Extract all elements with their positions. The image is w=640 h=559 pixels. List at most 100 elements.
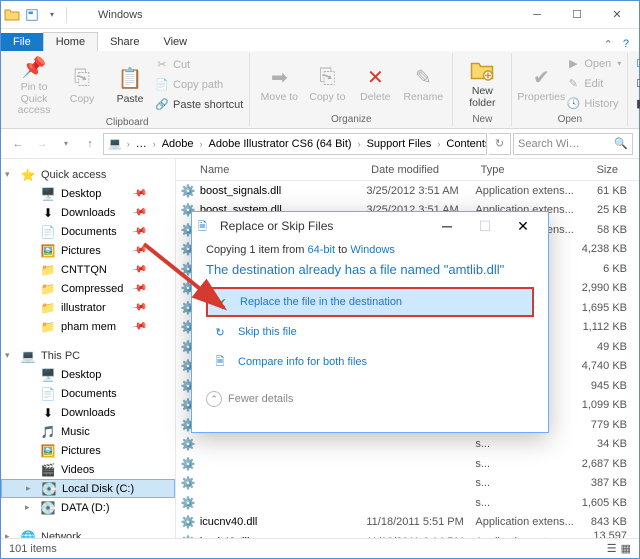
col-name[interactable]: Name — [176, 164, 365, 176]
tab-file[interactable]: File — [1, 33, 43, 51]
window-title: Windows — [98, 9, 143, 21]
option-skip[interactable]: ↻ Skip this file — [206, 317, 534, 347]
paste-shortcut-button[interactable]: 🔗Paste shortcut — [155, 96, 243, 114]
tree-item[interactable]: ▾💻This PC — [1, 346, 175, 365]
group-open-label: Open — [518, 114, 621, 126]
delete-button[interactable]: ✕Delete — [352, 53, 398, 114]
pin-quick-access-button[interactable]: 📌Pin to Quick access — [11, 53, 57, 117]
tab-share[interactable]: Share — [98, 33, 151, 51]
minimize-button[interactable]: ─ — [517, 2, 557, 28]
paste-button[interactable]: 📋Paste — [107, 53, 153, 117]
invert-selection-button[interactable]: ◧Invert selection — [634, 95, 640, 113]
nav-recent-dropdown[interactable]: ▾ — [55, 133, 77, 155]
maximize-button[interactable]: ☐ — [557, 2, 597, 28]
history-button[interactable]: 🕓History — [566, 95, 621, 113]
file-row[interactable]: ⚙️icucnv40.dll11/18/2011 5:51 PMApplicat… — [176, 513, 639, 533]
tree-item[interactable]: 🎬Videos — [1, 460, 175, 479]
address-bar-row: ← → ▾ ↑ 💻›…›Adobe›Adobe Illustrator CS6 … — [1, 129, 639, 159]
dialog-maximize-button[interactable]: ☐ — [466, 214, 504, 238]
move-to-button[interactable]: ➡Move to — [256, 53, 302, 114]
open-button[interactable]: ▶Open▾ — [566, 55, 621, 73]
thumbnails-view-icon[interactable]: ▦ — [621, 542, 631, 555]
copy-to-button[interactable]: ⎘Copy to — [304, 53, 350, 114]
replace-skip-dialog: 🗎 Replace or Skip Files ─ ☐ ✕ Copying 1 … — [191, 211, 549, 433]
file-row[interactable]: ⚙️s...1,605 KB — [176, 493, 639, 513]
qat-dropdown-icon[interactable]: ▾ — [43, 6, 61, 24]
tab-home[interactable]: Home — [43, 32, 98, 51]
tree-item[interactable]: 📁CNTTQN📌 — [1, 260, 175, 279]
tree-item[interactable]: 🖥️Desktop📌 — [1, 184, 175, 203]
breadcrumb-segment[interactable]: ›Support Files — [355, 138, 435, 150]
status-bar: 101 items ☰ ▦ — [1, 538, 639, 558]
group-select-label: Select — [634, 114, 640, 126]
tree-item[interactable]: 📁Compressed📌 — [1, 279, 175, 298]
group-clipboard-label: Clipboard — [11, 117, 243, 129]
tab-view[interactable]: View — [151, 33, 199, 51]
file-row[interactable]: ⚙️s...387 KB — [176, 474, 639, 494]
edit-button[interactable]: ✎Edit — [566, 75, 621, 93]
select-all-button[interactable]: ☑Select all — [634, 55, 640, 73]
option-compare[interactable]: 🗎 Compare info for both files — [206, 347, 534, 377]
explorer-app-icon — [3, 6, 21, 24]
tree-item[interactable]: ▾⭐Quick access — [1, 165, 175, 184]
file-row[interactable]: ⚙️s...34 KB — [176, 435, 639, 455]
file-icon: ⚙️ — [180, 456, 196, 472]
tree-item[interactable]: 📁pham mem📌 — [1, 317, 175, 336]
tree-item[interactable]: ⬇Downloads📌 — [1, 203, 175, 222]
tree-item[interactable]: 🖼️Pictures — [1, 441, 175, 460]
file-icon: ⚙️ — [180, 183, 196, 199]
tree-item[interactable]: 📁illustrator📌 — [1, 298, 175, 317]
breadcrumb-segment[interactable]: ›Adobe Illustrator CS6 (64 Bit) — [197, 138, 355, 150]
refresh-button[interactable]: ↻ — [489, 133, 511, 155]
close-button[interactable]: ✕ — [597, 2, 637, 28]
copy-path-button[interactable]: 📄Copy path — [155, 76, 243, 94]
tree-item[interactable]: 📄Documents📌 — [1, 222, 175, 241]
dialog-icon: 🗎 — [198, 218, 214, 234]
details-view-icon[interactable]: ☰ — [607, 542, 617, 555]
ribbon-collapse-icon[interactable]: ⌃ — [604, 38, 613, 51]
file-row[interactable]: ⚙️boost_signals.dll3/25/2012 3:51 AMAppl… — [176, 181, 639, 201]
file-icon: ⚙️ — [180, 475, 196, 491]
dialog-minimize-button[interactable]: ─ — [428, 214, 466, 238]
tree-item[interactable]: 📄Documents — [1, 384, 175, 403]
option-replace[interactable]: ✔ Replace the file in the destination — [206, 287, 534, 317]
breadcrumb-segment[interactable]: ›Adobe — [150, 138, 197, 150]
search-input[interactable]: Search Wi…🔍 — [513, 133, 633, 155]
tree-item[interactable]: 🖼️Pictures📌 — [1, 241, 175, 260]
nav-forward-button[interactable]: → — [31, 133, 53, 155]
rename-button[interactable]: ✎Rename — [400, 53, 446, 114]
copy-button[interactable]: ⎘Copy — [59, 53, 105, 117]
breadcrumb-segment[interactable]: ›Contents — [434, 138, 487, 150]
tree-item[interactable]: 🎵Music — [1, 422, 175, 441]
new-folder-button[interactable]: New folder — [459, 53, 505, 114]
col-size[interactable]: Size — [579, 164, 639, 176]
nav-up-button[interactable]: ↑ — [79, 133, 101, 155]
file-row[interactable]: ⚙️s...2,687 KB — [176, 454, 639, 474]
help-icon[interactable]: ? — [623, 38, 629, 51]
file-icon: ⚙️ — [180, 436, 196, 452]
ribbon-tabs: File Home Share View ⌃ ? — [1, 29, 639, 51]
col-type[interactable]: Type — [475, 164, 580, 176]
dialog-title: Replace or Skip Files — [220, 219, 333, 233]
tree-item[interactable]: ⬇Downloads — [1, 403, 175, 422]
fewer-details-toggle[interactable]: ⌃ Fewer details — [206, 391, 534, 407]
breadcrumb-segment[interactable]: ›… — [124, 138, 150, 150]
skip-icon: ↻ — [212, 324, 228, 340]
dialog-message: The destination already has a file named… — [206, 262, 534, 277]
tree-item[interactable]: ▸💽DATA (D:) — [1, 498, 175, 517]
qat-properties-icon[interactable] — [23, 6, 41, 24]
select-none-button[interactable]: ☐Select none — [634, 75, 640, 93]
window-titlebar: ▾ Windows ─ ☐ ✕ — [1, 1, 639, 29]
tree-item[interactable]: 🖥️Desktop — [1, 365, 175, 384]
tree-item[interactable]: ▸💽Local Disk (C:) — [1, 479, 175, 498]
cut-button[interactable]: ✂Cut — [155, 56, 243, 74]
nav-tree[interactable]: ▾⭐Quick access🖥️Desktop📌⬇Downloads📌📄Docu… — [1, 159, 176, 540]
col-date[interactable]: Date modified — [365, 164, 474, 176]
address-bar[interactable]: 💻›…›Adobe›Adobe Illustrator CS6 (64 Bit)… — [103, 133, 487, 155]
nav-back-button[interactable]: ← — [7, 133, 29, 155]
dialog-close-button[interactable]: ✕ — [504, 214, 542, 238]
properties-button[interactable]: ✔Properties — [518, 53, 564, 114]
compare-icon: 🗎 — [212, 354, 228, 370]
check-icon: ✔ — [214, 294, 230, 310]
column-headers[interactable]: Name Date modified Type Size — [176, 159, 639, 181]
